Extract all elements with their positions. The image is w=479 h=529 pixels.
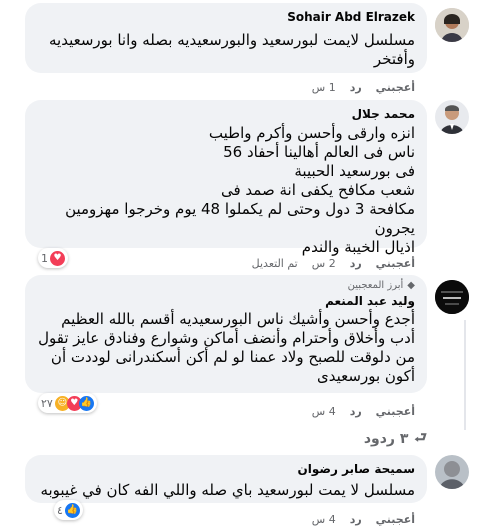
top-fan-badge[interactable]: ◆ أبرز المعجبين	[37, 279, 415, 293]
like-button[interactable]: أعجبني	[376, 405, 415, 418]
avatar[interactable]	[435, 280, 469, 314]
love-reaction-icon: ♥	[50, 250, 65, 266]
comment-author[interactable]: محمد جلال	[37, 106, 415, 122]
avatar[interactable]	[435, 8, 469, 42]
like-reaction-icon: 👍	[78, 395, 94, 411]
reaction-summary[interactable]: ٤ 👍	[54, 500, 83, 520]
reply-button[interactable]: رد	[350, 405, 362, 418]
comment-text: مسلسل لا يمت لبورسعيد باي صله واللي الفه…	[40, 481, 415, 499]
avatar[interactable]	[435, 100, 469, 134]
replies-count: ٣ ردود	[363, 431, 409, 447]
diamond-icon: ◆	[407, 280, 415, 291]
timestamp[interactable]: 2 س	[312, 257, 336, 270]
reply-arrow-icon: ⮐	[414, 430, 427, 446]
comment-author[interactable]: سميحة صابر رضوان	[37, 461, 415, 477]
badge-label: أبرز المعجبين	[347, 280, 404, 291]
reaction-count: ٤	[57, 503, 63, 517]
like-button[interactable]: أعجبني	[376, 81, 415, 94]
comment-2: محمد جلال انزه وارقى وأحسن وأكرم واطيب ن…	[0, 100, 479, 275]
comment-1: Sohair Abd Elrazek مسلسل لايمت لبورسعيد …	[0, 0, 479, 100]
timestamp[interactable]: 4 س	[312, 405, 336, 418]
reaction-summary[interactable]: 1 ♥	[38, 248, 68, 268]
comment-bubble: Sohair Abd Elrazek مسلسل لايمت لبورسعيد …	[25, 3, 427, 73]
comment-bubble: محمد جلال انزه وارقى وأحسن وأكرم واطيب ن…	[25, 100, 427, 256]
comment-3: ◆ أبرز المعجبين وليد عبد المنعم أجدع وأح…	[0, 275, 479, 447]
comment-text: أجدع وأحسن وأشيك ناس البورسعيديه أقسم با…	[38, 310, 415, 385]
reply-button[interactable]: رد	[350, 257, 362, 270]
reaction-count: ٢٧	[41, 396, 53, 410]
like-button[interactable]: أعجبني	[376, 513, 415, 526]
comment-text: مسلسل لايمت لبورسعيد والبورسعيديه بصله و…	[48, 31, 415, 68]
comment-author[interactable]: وليد عبد المنعم	[37, 293, 415, 309]
thread-line	[464, 320, 466, 430]
reaction-count: 1	[41, 251, 48, 265]
reply-button[interactable]: رد	[350, 513, 362, 526]
timestamp[interactable]: 4 س	[312, 513, 336, 526]
comment-author[interactable]: Sohair Abd Elrazek	[37, 9, 415, 25]
reply-button[interactable]: رد	[350, 81, 362, 94]
comment-actions: أعجبني رد 1 س	[312, 81, 415, 94]
comment-actions: أعجبني رد 2 س تم التعديل	[252, 257, 415, 270]
reaction-summary[interactable]: ٢٧ ☺ ♥ 👍	[38, 393, 97, 413]
comment-text: انزه وارقى وأحسن وأكرم واطيب ناس فى العا…	[65, 124, 415, 256]
like-button[interactable]: أعجبني	[376, 257, 415, 270]
view-replies-link[interactable]: ⮐ ٣ ردود	[364, 427, 427, 451]
comment-actions: أعجبني رد 4 س	[312, 405, 415, 418]
comment-bubble: ◆ أبرز المعجبين وليد عبد المنعم أجدع وأح…	[25, 275, 427, 393]
comment-actions: أعجبني رد 4 س	[312, 513, 415, 526]
avatar[interactable]	[435, 455, 469, 489]
comment-bubble: سميحة صابر رضوان مسلسل لا يمت لبورسعيد ب…	[25, 455, 427, 503]
edited-label[interactable]: تم التعديل	[252, 257, 298, 270]
comment-4: سميحة صابر رضوان مسلسل لا يمت لبورسعيد ب…	[0, 455, 479, 529]
like-reaction-icon: 👍	[64, 502, 80, 518]
timestamp[interactable]: 1 س	[312, 81, 336, 94]
